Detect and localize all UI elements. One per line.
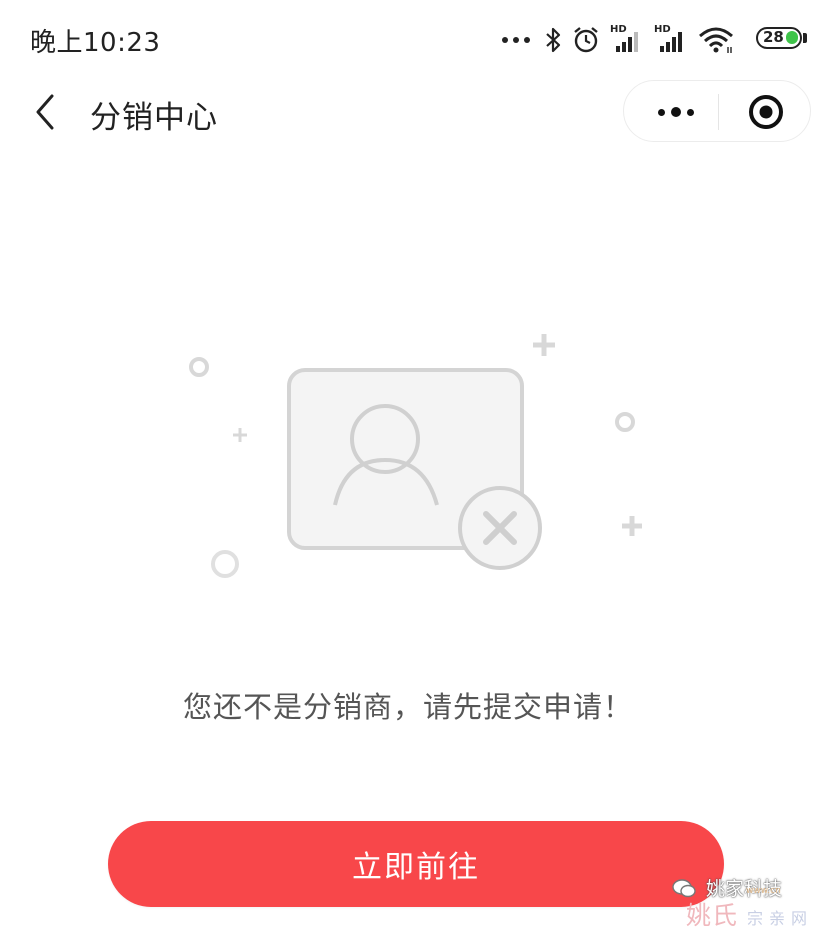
deco-circle (189, 357, 209, 377)
watermark-subtitle-small: 宗亲网 (746, 909, 813, 928)
bluetooth-icon (546, 27, 561, 53)
battery-icon: 28 (756, 27, 802, 49)
more-icon (687, 108, 694, 116)
battery-level (786, 31, 798, 44)
wechat-icon (672, 879, 696, 898)
deco-plus (533, 334, 555, 356)
more-icon (658, 108, 665, 116)
watermark: 姚家科技 www.cn 姚氏 宗亲网 (672, 872, 816, 930)
alarm-icon (574, 27, 598, 53)
status-icons: HD HD (502, 20, 734, 60)
more-icon (671, 107, 681, 117)
battery-tip (803, 33, 807, 43)
watermark-url: www.cn (746, 886, 781, 896)
deco-plus (233, 428, 247, 442)
deco-circle (615, 412, 635, 432)
more-dots-icon (502, 37, 530, 43)
more-button[interactable] (636, 81, 716, 143)
back-button[interactable] (28, 90, 68, 134)
status-time: 晚上10:23 (30, 28, 161, 58)
signal-hd-icon: HD (654, 24, 688, 54)
nav-bar: 分销中心 (0, 80, 816, 144)
deco-circle (211, 550, 239, 578)
wifi-icon (699, 27, 733, 53)
capsule-divider (718, 94, 719, 130)
deco-plus (622, 516, 642, 536)
battery-text: 28 (763, 28, 784, 46)
page-title: 分销中心 (90, 100, 218, 136)
go-now-button[interactable]: 立即前往 (108, 821, 724, 907)
empty-state-message: 您还不是分销商，请先提交申请！ (182, 690, 633, 724)
chevron-left-icon (36, 94, 54, 130)
close-mini-program-button[interactable] (736, 89, 796, 135)
user-card-error-icon (189, 334, 642, 578)
mini-program-capsule (623, 80, 811, 142)
watermark-subtitle: 姚氏 宗亲网 (686, 896, 813, 932)
close-target-icon (749, 95, 783, 129)
status-bar: 晚上10:23 HD HD 28 (0, 0, 816, 80)
signal-hd-icon: HD (610, 24, 644, 54)
